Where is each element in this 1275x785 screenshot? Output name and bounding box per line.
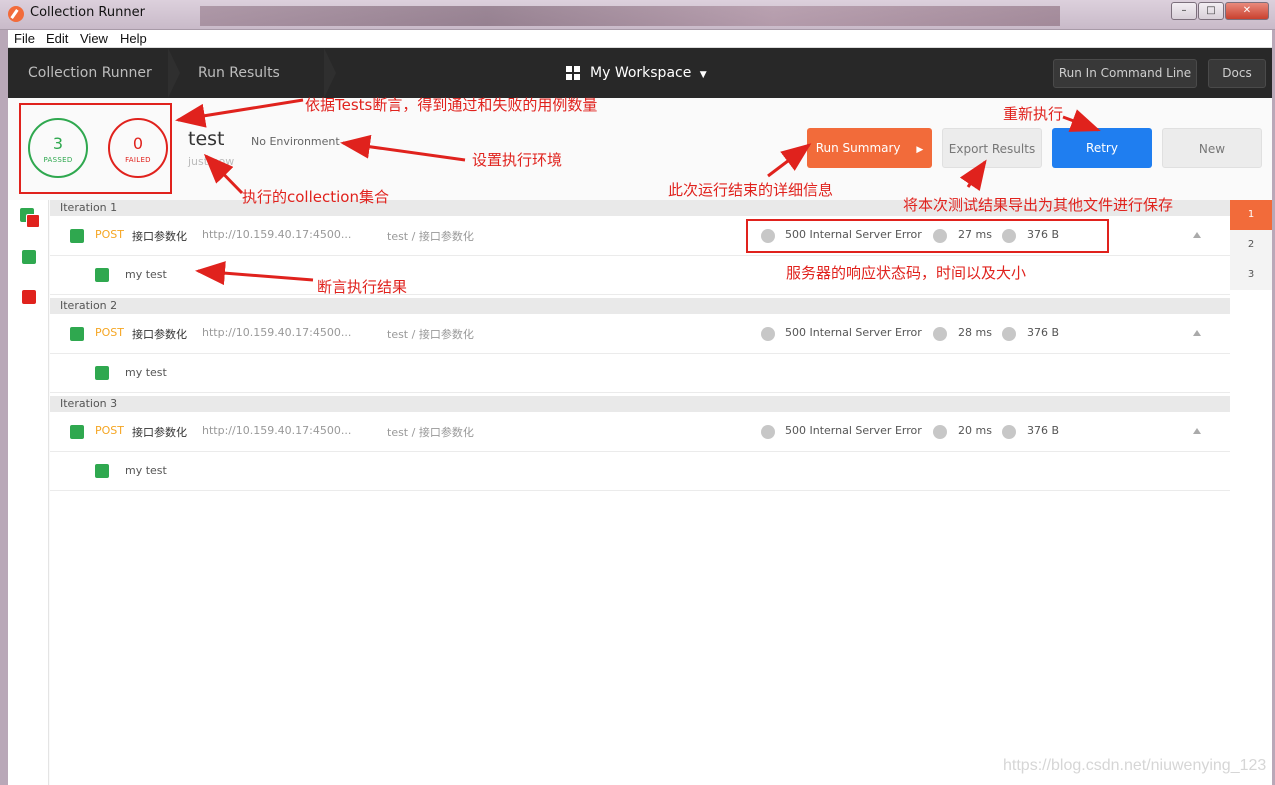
collapse-icon[interactable]: [1193, 428, 1201, 434]
request-url: http://10.159.40.17:4500...: [202, 228, 352, 241]
request-url: http://10.159.40.17:4500...: [202, 424, 352, 437]
request-method: POST: [95, 228, 124, 241]
menu-help[interactable]: Help: [120, 31, 147, 46]
export-results-button[interactable]: Export Results: [942, 128, 1042, 168]
pass-filter-icon[interactable]: [22, 250, 36, 264]
app-header: Collection Runner Run Results My Workspa…: [8, 48, 1272, 98]
response-time: 20 ms: [958, 424, 992, 437]
app-window: File Edit View Help Collection Runner Ru…: [8, 30, 1272, 785]
annotation-assert: 断言执行结果: [317, 278, 408, 296]
workspace-selector[interactable]: My Workspace ▼: [590, 48, 707, 98]
run-summary-label: Run Summary: [815, 141, 901, 155]
retry-button[interactable]: Retry: [1052, 128, 1152, 168]
request-method: POST: [95, 424, 124, 437]
menu-view[interactable]: View: [80, 31, 108, 46]
window-title: Collection Runner: [30, 5, 145, 20]
collection-name: test: [188, 128, 225, 150]
response-status: 500 Internal Server Error: [785, 326, 922, 339]
annotation-export: 将本次测试结果导出为其他文件进行保存: [903, 196, 1174, 214]
maximize-icon[interactable]: □: [1198, 2, 1224, 20]
breadcrumb-collection-runner[interactable]: Collection Runner: [28, 48, 152, 98]
menubar: File Edit View Help: [8, 30, 1272, 48]
test-pass-icon: [95, 366, 109, 380]
response-status: 500 Internal Server Error: [785, 424, 922, 437]
response-time: 28 ms: [958, 326, 992, 339]
counts-highlight-box: [19, 103, 172, 194]
response-size: 376 B: [1027, 326, 1060, 339]
fail-status-icon[interactable]: [26, 214, 40, 228]
iteration-pager: 1 2 3: [1230, 200, 1272, 785]
request-status-icon: [70, 229, 84, 243]
test-pass-icon: [95, 268, 109, 282]
request-name: 接口参数化: [132, 230, 187, 243]
breadcrumb-chevron-icon: [168, 48, 180, 98]
new-button[interactable]: New: [1162, 128, 1262, 168]
request-row[interactable]: POST 接口参数化 http://10.159.40.17:4500... t…: [50, 314, 1230, 354]
request-status-icon: [70, 327, 84, 341]
page-2[interactable]: 2: [1230, 230, 1272, 260]
docs-button[interactable]: Docs: [1208, 59, 1266, 88]
time-dot-icon: [933, 425, 947, 439]
background-blur: [200, 6, 1060, 26]
test-pass-icon: [95, 464, 109, 478]
annotation-summary: 此次运行结束的详细信息: [668, 181, 834, 199]
close-icon[interactable]: ✕: [1225, 2, 1269, 20]
annotation-retry: 重新执行: [1003, 105, 1064, 123]
annotation-environment: 设置执行环境: [472, 151, 563, 169]
test-row: my test: [50, 256, 1230, 295]
watermark: https://blog.csdn.net/niuwenying_123: [1003, 757, 1267, 774]
annotation-response: 服务器的响应状态码，时间以及大小: [786, 264, 1027, 282]
run-timestamp: just now: [188, 155, 235, 168]
window-titlebar: Collection Runner – □ ✕: [0, 0, 1275, 30]
iteration-header: Iteration 3: [50, 396, 1230, 412]
response-highlight-box: [746, 219, 1109, 253]
request-status-icon: [70, 425, 84, 439]
request-path: test / 接口参数化: [387, 230, 474, 243]
test-name: my test: [125, 268, 167, 281]
size-dot-icon: [1002, 425, 1016, 439]
annotation-collection: 执行的collection集合: [242, 188, 389, 206]
request-name: 接口参数化: [132, 328, 187, 341]
request-path: test / 接口参数化: [387, 328, 474, 341]
menu-file[interactable]: File: [14, 31, 35, 46]
workspace-grid-icon: [566, 66, 580, 80]
iteration-header: Iteration 2: [50, 298, 1230, 314]
caret-right-icon: ▶: [916, 145, 924, 155]
request-row[interactable]: POST 接口参数化 http://10.159.40.17:4500... t…: [50, 412, 1230, 452]
test-name: my test: [125, 464, 167, 477]
test-row: my test: [50, 354, 1230, 393]
page-3[interactable]: 3: [1230, 260, 1272, 290]
iteration-status-sidebar: [8, 200, 49, 785]
status-dot-icon: [761, 425, 775, 439]
postman-logo-icon: [8, 6, 24, 22]
run-summary-button[interactable]: Run Summary ▶: [807, 128, 932, 168]
collapse-icon[interactable]: [1193, 232, 1201, 238]
status-dot-icon: [761, 327, 775, 341]
menu-edit[interactable]: Edit: [46, 31, 68, 46]
environment-label: No Environment: [251, 135, 340, 148]
collapse-icon[interactable]: [1193, 330, 1201, 336]
annotation-counts: 依据Tests断言，得到通过和失败的用例数量: [305, 96, 598, 114]
run-in-command-line-button[interactable]: Run In Command Line: [1053, 59, 1197, 88]
window-controls: – □ ✕: [1170, 2, 1269, 20]
workspace-label: My Workspace: [590, 65, 692, 81]
page-1[interactable]: 1: [1230, 200, 1272, 230]
response-size: 376 B: [1027, 424, 1060, 437]
test-name: my test: [125, 366, 167, 379]
fail-filter-icon[interactable]: [22, 290, 36, 304]
minimize-icon[interactable]: –: [1171, 2, 1197, 20]
test-row: my test: [50, 452, 1230, 491]
request-url: http://10.159.40.17:4500...: [202, 326, 352, 339]
breadcrumb-run-results[interactable]: Run Results: [198, 48, 280, 98]
run-summary-bar: 3 PASSED 0 FAILED test just now No Envir…: [8, 98, 1272, 198]
request-name: 接口参数化: [132, 426, 187, 439]
breadcrumb-chevron-icon: [324, 48, 336, 98]
time-dot-icon: [933, 327, 947, 341]
chevron-down-icon: ▼: [699, 70, 707, 80]
results-list: Iteration 1 POST 接口参数化 http://10.159.40.…: [50, 200, 1230, 785]
request-path: test / 接口参数化: [387, 426, 474, 439]
size-dot-icon: [1002, 327, 1016, 341]
request-method: POST: [95, 326, 124, 339]
